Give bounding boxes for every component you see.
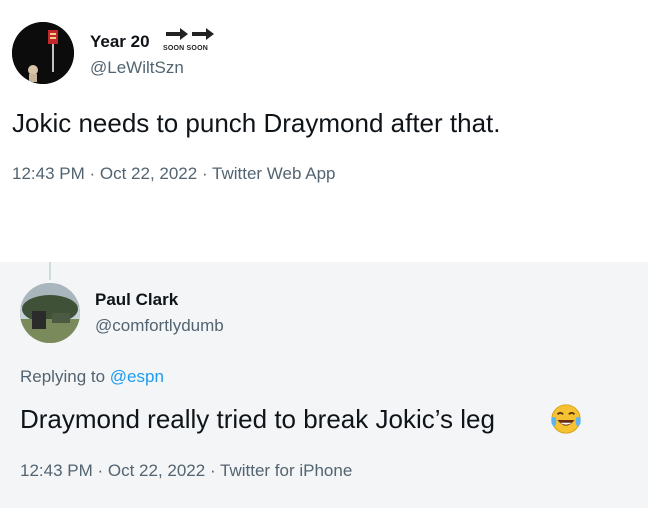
avatar-image [12,22,74,84]
replying-to: Replying to @espn [20,367,164,387]
tweet-card-1: Year 20 SOON SOON @LeWiltSzn Jokic needs… [0,0,648,234]
tweet-text: Jokic needs to punch Draymond after that… [12,108,501,138]
thread-connector [49,262,51,280]
user-handle[interactable]: @comfortlydumb [95,316,224,336]
tweet-timestamp[interactable]: 12:43 PM · Oct 22, 2022 · Twitter Web Ap… [12,164,335,184]
avatar[interactable] [20,283,80,343]
avatar[interactable] [12,22,74,84]
card-gap [0,228,648,262]
user-handle[interactable]: @LeWiltSzn [90,58,184,78]
tweet-text: Draymond really tried to break Jokic’s l… [20,404,495,434]
replying-to-label: Replying to [20,367,110,386]
avatar-image [20,283,80,343]
face-with-tears-of-joy-icon [551,404,581,434]
display-name[interactable]: Paul Clark [95,290,178,310]
mention-link[interactable]: @espn [110,367,164,386]
name-badge-text: SOON SOON [163,45,208,52]
display-name[interactable]: Year 20 [90,32,150,52]
tweet-timestamp[interactable]: 12:43 PM · Oct 22, 2022 · Twitter for iP… [20,461,352,481]
